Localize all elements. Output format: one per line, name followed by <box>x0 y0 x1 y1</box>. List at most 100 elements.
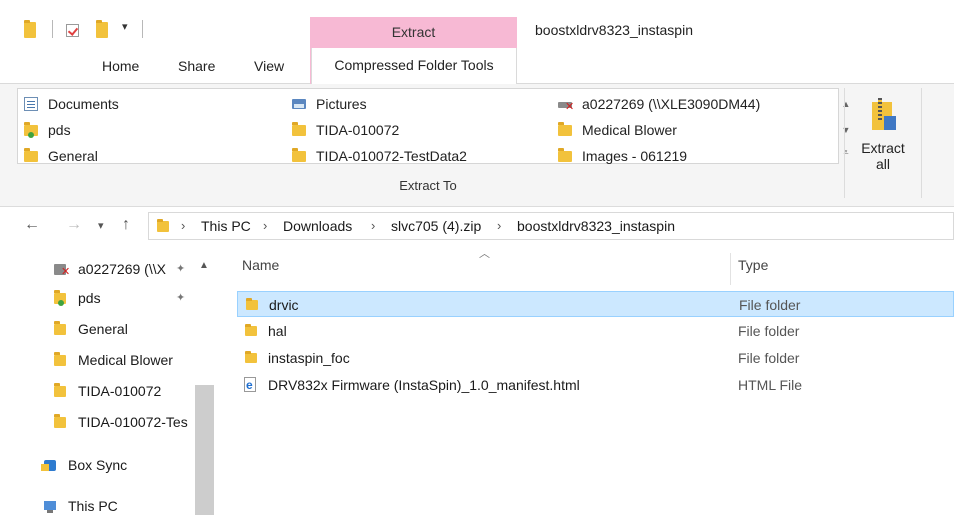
breadcrumb-zip[interactable]: slvc705 (4).zip <box>391 218 481 234</box>
gallery-item-pds[interactable]: pds <box>18 119 71 141</box>
tab-home[interactable]: Home <box>102 58 139 74</box>
folder-icon <box>54 383 66 397</box>
gallery-item-tida-010072[interactable]: TIDA-010072 <box>286 119 399 141</box>
tab-compressed-folder-tools[interactable]: Compressed Folder Tools <box>311 48 517 85</box>
file-type: File folder <box>738 323 800 339</box>
folder-icon[interactable] <box>24 20 36 38</box>
breadcrumb-separator-icon[interactable]: › <box>181 218 185 233</box>
ribbon-tabs: Home Share View Compressed Folder Tools <box>0 48 954 85</box>
file-list: ︿ Name Type drvic File folder hal File f… <box>214 245 954 515</box>
gallery-item-label: Pictures <box>316 96 367 112</box>
box-sync-icon <box>41 460 56 471</box>
folder-icon <box>292 148 306 162</box>
nav-item-label: pds <box>78 290 101 306</box>
folder-icon <box>558 148 572 162</box>
gallery-item-pictures[interactable]: Pictures <box>286 93 367 115</box>
customize-quick-access-chevron-icon[interactable]: ▾ <box>122 20 128 33</box>
gallery-item-label: TIDA-010072 <box>316 122 400 138</box>
pictures-icon <box>292 99 306 109</box>
gallery-item-label: TIDA-010072-TestData2 <box>316 148 467 164</box>
gallery-item-tida-010072-testdata2[interactable]: TIDA-010072-TestData2 <box>286 145 467 167</box>
folder-icon <box>292 122 306 136</box>
nav-item-label: TIDA-010072-Tes <box>78 414 188 430</box>
nav-item-box-sync[interactable]: Box Sync <box>0 451 195 479</box>
navigation-pane: a0227269 (\\X ✦ pds ✦ General Medical Bl… <box>0 245 214 515</box>
nav-item-label: Box Sync <box>68 457 128 473</box>
file-type: File folder <box>739 297 801 313</box>
file-row-manifest-html[interactable]: DRV832x Firmware (InstaSpin)_1.0_manifes… <box>237 372 954 398</box>
extract-to-group-label: Extract To <box>399 178 457 193</box>
folder-icon <box>54 414 66 428</box>
file-row-hal[interactable]: hal File folder <box>237 318 954 344</box>
nav-item-this-pc[interactable]: This PC <box>0 492 195 515</box>
file-name: instaspin_foc <box>268 350 350 366</box>
new-folder-icon[interactable] <box>96 20 108 38</box>
file-row-instaspin-foc[interactable]: instaspin_foc File folder <box>237 345 954 371</box>
breadcrumb-current-folder[interactable]: boostxldrv8323_instaspin <box>517 218 675 234</box>
properties-icon[interactable] <box>66 24 79 37</box>
breadcrumb-downloads[interactable]: Downloads <box>283 218 352 234</box>
gallery-item-medical-blower[interactable]: Medical Blower <box>552 119 677 141</box>
nav-item-network-drive[interactable]: a0227269 (\\X ✦ <box>0 255 195 283</box>
nav-item-label: TIDA-010072 <box>78 383 162 399</box>
network-drive-disconnected-icon <box>558 96 574 118</box>
gallery-item-label: Documents <box>48 96 119 112</box>
html-file-icon <box>244 372 256 398</box>
file-name: DRV832x Firmware (InstaSpin)_1.0_manifes… <box>268 377 580 393</box>
this-pc-icon <box>44 501 56 513</box>
gallery-item-label: General <box>48 148 98 164</box>
up-arrow-icon[interactable]: ↑ <box>122 216 130 234</box>
breadcrumb-separator-icon[interactable]: › <box>371 218 375 233</box>
file-type: File folder <box>738 350 800 366</box>
scrollbar-thumb[interactable] <box>195 385 214 515</box>
pin-icon[interactable]: ✦ <box>176 255 185 283</box>
scroll-up-icon[interactable]: ▲ <box>199 260 209 271</box>
nav-item-label: General <box>78 321 128 337</box>
ribbon-divider <box>844 88 845 198</box>
window-title: boostxldrv8323_instaspin <box>535 22 693 38</box>
folder-icon <box>54 352 66 366</box>
gallery-item-general[interactable]: General <box>18 145 98 167</box>
extract-all-label: Extract all <box>850 140 916 172</box>
gallery-item-label: pds <box>48 122 71 138</box>
column-header-type[interactable]: Type <box>738 257 768 273</box>
nav-item-tida-010072[interactable]: TIDA-010072 <box>0 377 195 405</box>
tab-view[interactable]: View <box>254 58 284 74</box>
nav-item-tida-010072-testdata[interactable]: TIDA-010072-Tes <box>0 408 195 436</box>
gallery-item-network-drive[interactable]: a0227269 (\\XLE3090DM44) <box>552 93 761 118</box>
file-name: hal <box>268 323 287 339</box>
gallery-item-label: Images - 061219 <box>582 148 688 164</box>
address-bar[interactable]: › This PC › Downloads › slvc705 (4).zip … <box>148 212 954 240</box>
ribbon: Documents pds General Pictures TIDA-0100… <box>0 84 954 207</box>
nav-item-medical-blower[interactable]: Medical Blower <box>0 346 195 374</box>
navigation-pane-scrollbar[interactable]: ▲ <box>195 255 214 515</box>
gallery-item-label: a0227269 (\\XLE3090DM44) <box>582 96 761 112</box>
breadcrumb-this-pc[interactable]: This PC <box>201 218 251 234</box>
extract-to-gallery: Documents pds General Pictures TIDA-0100… <box>17 88 850 167</box>
nav-item-pds[interactable]: pds ✦ <box>0 284 195 312</box>
folder-icon <box>54 321 66 335</box>
file-type: HTML File <box>738 377 803 393</box>
extract-all-label-line2: all <box>875 156 890 172</box>
forward-arrow-icon[interactable]: → <box>66 216 82 234</box>
gallery-item-documents[interactable]: Documents <box>18 93 119 115</box>
context-tab-group-extract: Extract <box>310 17 517 48</box>
nav-item-label: This PC <box>68 498 118 514</box>
nav-item-general[interactable]: General <box>0 315 195 343</box>
column-header-name[interactable]: Name <box>242 257 279 273</box>
breadcrumb-separator-icon[interactable]: › <box>497 218 501 233</box>
nav-item-label: a0227269 (\\X <box>78 261 166 277</box>
folder-icon <box>558 122 572 136</box>
tab-share[interactable]: Share <box>178 58 215 74</box>
breadcrumb-separator-icon[interactable]: › <box>263 218 267 233</box>
pin-icon[interactable]: ✦ <box>176 284 185 312</box>
gallery-item-images-061219[interactable]: Images - 061219 <box>552 145 687 167</box>
extract-all-button[interactable]: Extract all <box>850 88 916 178</box>
recent-locations-chevron-icon[interactable]: ▾ <box>98 219 104 232</box>
folder-icon <box>245 351 257 363</box>
file-row-drvic[interactable]: drvic File folder <box>237 291 954 317</box>
column-separator[interactable] <box>730 253 731 285</box>
folder-icon <box>245 324 257 336</box>
gallery-item-label: Medical Blower <box>582 122 677 138</box>
back-arrow-icon[interactable]: ← <box>24 216 40 234</box>
